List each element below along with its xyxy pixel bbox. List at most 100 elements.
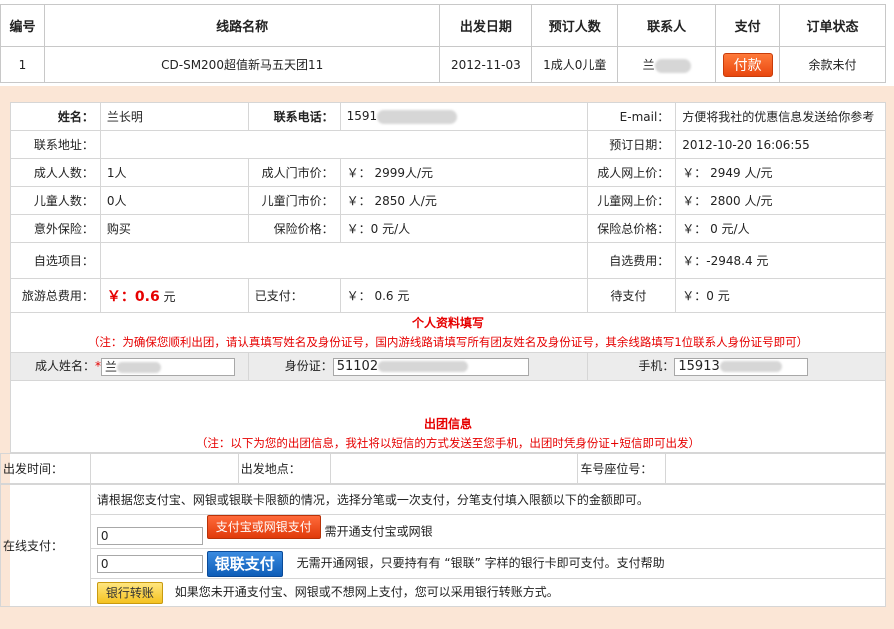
redacted-blur [377, 109, 458, 124]
insurance-value: 购买 [99, 214, 249, 243]
redacted-blur [378, 360, 469, 372]
order-pay-cell: 付款 [715, 46, 781, 83]
insurance-total-label: 保险总价格： [587, 214, 677, 243]
personal-section-note: （注：为确保您顺利出团，请认真填写姓名及身份证号，国内游线路请填写所有团友姓名及… [87, 335, 809, 349]
child-door-value: ￥： 2850 人/元 [339, 186, 589, 215]
pay-button[interactable]: 付款 [722, 52, 773, 77]
name-label: 姓名： [10, 102, 101, 131]
order-table: 编号 线路名称 出发日期 预订人数 联系人 支付 订单状态 1 CD-SM200… [0, 4, 886, 83]
bank-transfer-button[interactable]: 银行转账 [96, 581, 163, 604]
booking-info-table: 姓名： 兰长明 联系电话： 1591 E-mail： 方便将我社的优惠信息发送给… [10, 102, 886, 453]
col-header-people: 预订人数 [531, 4, 619, 47]
adult-door-value: ￥： 2999人/元 [339, 158, 589, 187]
adult-name-row: 成人姓名：* 兰 [10, 352, 249, 381]
transfer-note: 如果您未开通支付宝、网银或不想网上支付，您可以采用银行转账方式。 [174, 585, 559, 599]
departure-table: 出发时间： 出发地点： 车号座位号： [0, 453, 886, 484]
address-value [99, 130, 589, 159]
alipay-amount-input[interactable]: 0 [96, 526, 203, 545]
unionpay-amount-input[interactable]: 0 [96, 554, 203, 573]
spacer-row [10, 380, 886, 415]
book-date-label: 预订日期： [587, 130, 677, 159]
col-header-route: 线路名称 [43, 4, 441, 47]
adult-name-input[interactable]: 兰 [101, 357, 235, 376]
col-header-id: 编号 [0, 4, 45, 47]
redacted-blur [654, 58, 691, 73]
child-door-label: 儿童门市价： [247, 186, 341, 215]
email-label: E-mail： [587, 102, 677, 131]
unionpay-pay-button[interactable]: 银联支付 [206, 550, 283, 577]
book-date-value: 2012-10-20 16:06:55 [675, 130, 886, 159]
departure-time-label: 出发时间： [0, 453, 91, 484]
order-detail-content: 姓名： 兰长明 联系电话： 1591 E-mail： 方便将我社的优惠信息发送给… [0, 102, 887, 607]
option-value [99, 242, 589, 279]
transfer-row: 银行转账 如果您未开通支付宝、网银或不想网上支付，您可以采用银行转账方式。 [89, 578, 887, 607]
adult-count-value: 1人 [99, 158, 249, 187]
payment-label: 在线支付： [0, 484, 91, 607]
address-label: 联系地址： [10, 130, 101, 159]
option-fee-label: 自选费用： [587, 242, 677, 279]
order-header-row: 编号 线路名称 出发日期 预订人数 联系人 支付 订单状态 [0, 4, 886, 47]
adult-net-label: 成人网上价： [587, 158, 677, 187]
col-header-contact: 联系人 [617, 4, 717, 47]
table-row: 1 CD-SM200超值新马五天团11 2012-11-03 1成人0儿童 兰 … [0, 46, 886, 83]
personal-section-title: 个人资料填写 [411, 316, 484, 330]
email-note: 方便将我社的优惠信息发送给你参考 [675, 102, 886, 131]
insurance-price-label: 保险价格： [247, 214, 341, 243]
option-label: 自选项目： [10, 242, 101, 279]
mobile-input-value: 15913 [678, 358, 720, 374]
departure-section-header: 出团信息 （注：以下为您的出团信息，我社将以短信的方式发送至您手机，出团时凭身份… [10, 414, 886, 453]
due-value: ￥：0 元 [675, 278, 886, 313]
insurance-label: 意外保险： [10, 214, 101, 243]
id-input[interactable]: 51102 [332, 357, 529, 376]
id-row: 身份证： 51102 [247, 352, 589, 381]
alipay-row: 0 支付宝或网银支付 需开通支付宝或网银 [89, 514, 887, 549]
due-label: 待支付 [587, 278, 677, 313]
order-contact: 兰 [617, 46, 717, 83]
col-header-date: 出发日期 [439, 4, 533, 47]
child-net-value: ￥： 2800 人/元 [675, 186, 886, 215]
departure-place-label: 出发地点： [237, 453, 331, 484]
alipay-pay-button[interactable]: 支付宝或网银支付 [206, 514, 321, 539]
unionpay-row: 0 银联支付 无需开通网银，只要持有有 “银联” 字样的银行卡即可支付。支付帮助 [89, 548, 887, 579]
adult-net-value: ￥： 2949 人/元 [675, 158, 886, 187]
alipay-note: 需开通支付宝或网银 [324, 524, 433, 538]
phone-cell: 1591 [339, 102, 589, 131]
child-count-label: 儿童人数： [10, 186, 101, 215]
adult-count-label: 成人人数： [10, 158, 101, 187]
unionpay-note: 无需开通网银，只要持有有 “银联” 字样的银行卡即可支付。支付帮助 [296, 556, 665, 570]
id-label: 身份证： [284, 359, 333, 374]
redacted-blur [719, 360, 782, 372]
paid-label: 已支付： [247, 278, 341, 313]
col-header-status: 订单状态 [779, 4, 886, 47]
mobile-label: 手机： [638, 359, 675, 374]
order-contact-name: 兰 [642, 58, 655, 72]
payment-table: 在线支付： 请根据您支付宝、网银或银联卡限额的情况，选择分笔或一次支付，分笔支付… [0, 484, 887, 607]
departure-section-title: 出团信息 [423, 417, 472, 431]
order-id: 1 [0, 46, 45, 83]
seat-value [665, 453, 886, 484]
child-net-label: 儿童网上价： [587, 186, 677, 215]
paid-value: ￥： 0.6 元 [339, 278, 589, 313]
insurance-price-value: ￥：0 元/人 [339, 214, 589, 243]
departure-section-note: （注：以下为您的出团信息，我社将以短信的方式发送至您手机，出团时凭身份证+短信即… [195, 436, 701, 450]
adult-name-input-value: 兰 [105, 359, 118, 374]
option-fee-value: ￥：-2948.4 元 [675, 242, 886, 279]
insurance-total-value: ￥： 0 元/人 [675, 214, 886, 243]
order-people: 1成人0儿童 [531, 46, 619, 83]
seat-label: 车号座位号： [577, 453, 667, 484]
phone-value: 1591 [346, 109, 378, 124]
id-input-value: 51102 [336, 358, 379, 374]
personal-section-header: 个人资料填写 （注：为确保您顺利出团，请认真填写姓名及身份证号，国内游线路请填写… [10, 312, 886, 353]
total-unit: 元 [163, 289, 176, 304]
mobile-input[interactable]: 15913 [674, 357, 809, 376]
departure-time-value [89, 453, 239, 484]
name-value: 兰长明 [99, 102, 249, 131]
redacted-blur [117, 361, 162, 373]
adult-name-label: 成人姓名： [34, 359, 95, 374]
mobile-row: 手机： 15913 [587, 352, 886, 381]
departure-place-value [329, 453, 579, 484]
col-header-pay: 支付 [715, 4, 781, 47]
order-date: 2012-11-03 [439, 46, 533, 83]
phone-label: 联系电话： [247, 102, 341, 131]
adult-door-label: 成人门市价： [247, 158, 341, 187]
